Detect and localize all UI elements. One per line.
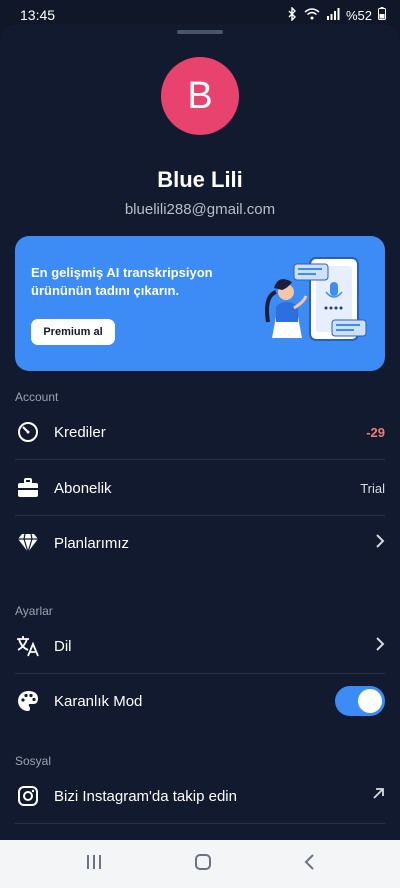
briefcase-icon <box>15 475 41 501</box>
profile-sheet: B Blue Lili bluelili288@gmail.com En gel… <box>0 24 400 840</box>
diamond-icon <box>15 530 41 556</box>
battery-icon <box>378 7 386 23</box>
premium-button[interactable]: Premium al <box>31 319 115 345</box>
bluetooth-icon <box>286 5 298 24</box>
chevron-right-icon <box>375 533 385 553</box>
row-label-karanlik-mod: Karanlık Mod <box>54 692 143 710</box>
timer-icon <box>15 419 41 445</box>
battery-text: %52 <box>345 7 372 23</box>
signal-icon <box>326 7 340 23</box>
credits-value: -29 <box>366 424 385 440</box>
user-email: bluelili288@gmail.com <box>124 201 276 218</box>
wifi-icon <box>304 7 320 23</box>
section-title-ayarlar: Ayarlar <box>15 604 53 618</box>
user-name: Blue Lili <box>157 167 243 192</box>
section-title-account: Account <box>15 390 59 404</box>
avatar-letter: B <box>187 74 213 117</box>
row-label-instagram: Bizi Instagram'da takip edin <box>54 787 237 805</box>
back-button[interactable] <box>303 853 315 876</box>
external-link-icon <box>372 787 385 805</box>
row-instagram[interactable]: Bizi Instagram'da takip edin <box>15 768 385 824</box>
dark-mode-toggle[interactable] <box>335 686 385 716</box>
row-label-planlarimiz: Planlarımız <box>54 534 130 552</box>
premium-promo-card: En gelişmiş AI transkripsiyon ürününün t… <box>15 236 385 371</box>
toggle-knob <box>358 689 382 713</box>
row-abonelik[interactable]: Abonelik Trial <box>15 460 385 516</box>
promo-text: En gelişmiş AI transkripsiyon ürününün t… <box>31 265 213 298</box>
promo-illustration <box>248 252 378 357</box>
row-planlarimiz[interactable]: Planlarımız <box>15 515 385 571</box>
translate-icon <box>15 633 41 659</box>
row-karanlik-mod: Karanlık Mod <box>15 673 385 729</box>
row-dil[interactable]: Dil <box>15 618 385 674</box>
row-label-abonelik: Abonelik <box>54 479 112 497</box>
row-label-dil: Dil <box>54 637 72 655</box>
instagram-icon <box>15 783 41 809</box>
row-krediler[interactable]: Krediler -29 <box>15 404 385 460</box>
drag-handle[interactable] <box>177 30 223 34</box>
recent-apps-button[interactable] <box>85 854 103 875</box>
section-title-sosyal: Sosyal <box>15 754 52 768</box>
palette-icon <box>15 688 41 714</box>
subscription-value: Trial <box>360 480 385 496</box>
row-label-krediler: Krediler <box>54 423 106 441</box>
divider <box>15 823 385 824</box>
home-button[interactable] <box>194 853 212 876</box>
avatar: B <box>161 57 239 135</box>
status-time: 13:45 <box>20 7 56 23</box>
chevron-right-icon <box>375 636 385 656</box>
system-nav-bar <box>0 840 400 888</box>
